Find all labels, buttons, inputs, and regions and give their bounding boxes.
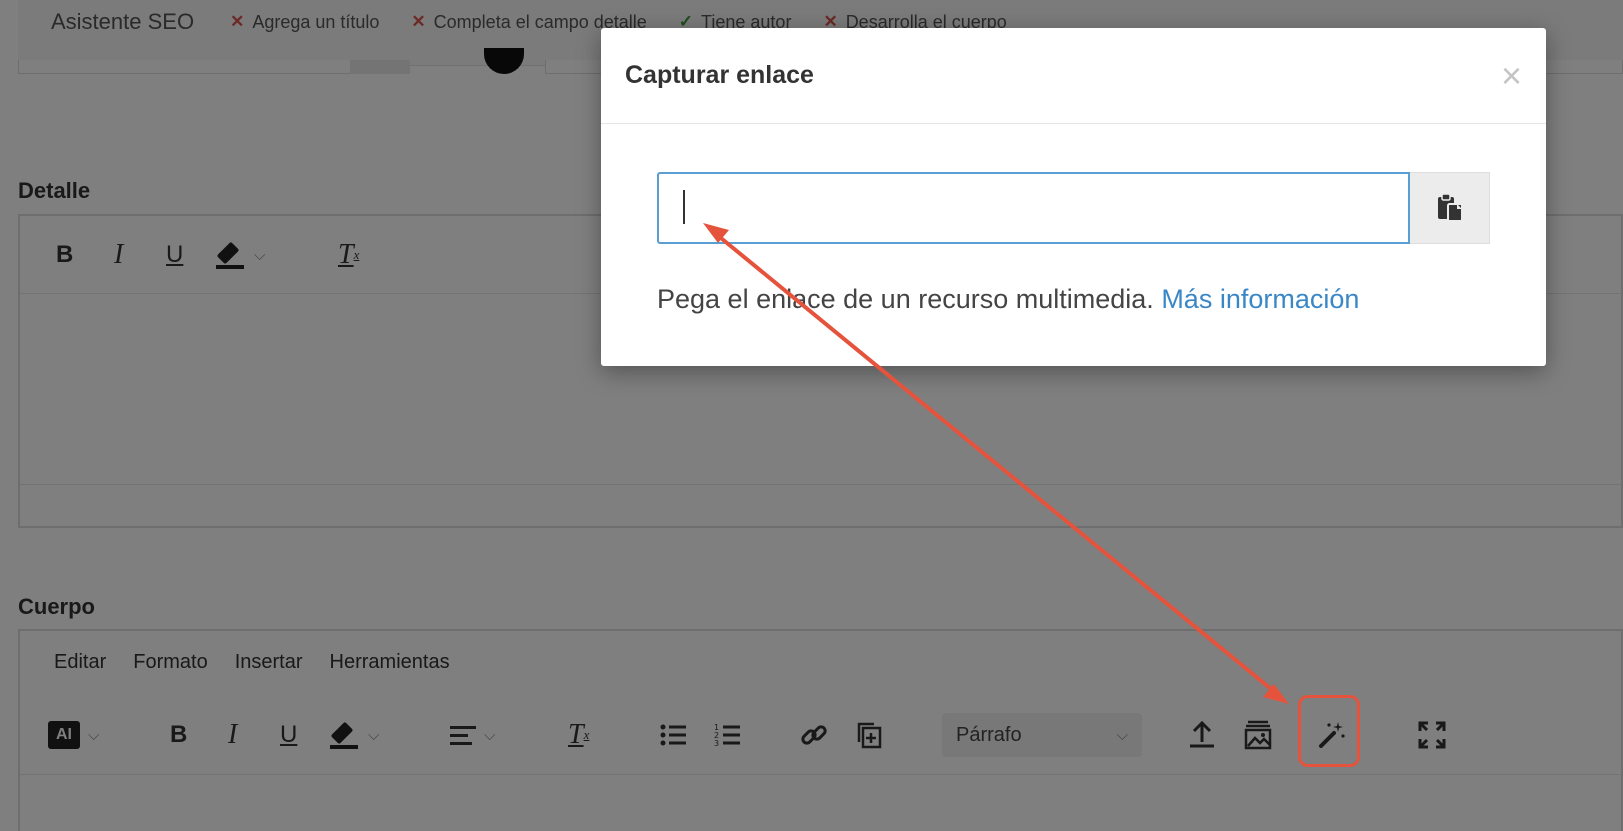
dialog-header: Capturar enlace × bbox=[601, 28, 1546, 124]
paste-button[interactable] bbox=[1410, 172, 1490, 244]
clipboard-paste-icon bbox=[1437, 193, 1463, 222]
media-url-input[interactable] bbox=[657, 172, 1410, 244]
dialog-title: Capturar enlace bbox=[625, 61, 814, 89]
annotation-highlight-box bbox=[1298, 695, 1360, 767]
dialog-body: Pega el enlace de un recurso multimedia.… bbox=[601, 124, 1546, 315]
text-cursor bbox=[683, 190, 685, 224]
capture-link-dialog: Capturar enlace × Pega el enlace de un r… bbox=[601, 28, 1546, 366]
url-input-group bbox=[657, 172, 1490, 244]
close-icon[interactable]: × bbox=[1501, 57, 1522, 94]
more-info-link[interactable]: Más información bbox=[1161, 284, 1359, 314]
dialog-help-text: Pega el enlace de un recurso multimedia.… bbox=[657, 284, 1360, 314]
